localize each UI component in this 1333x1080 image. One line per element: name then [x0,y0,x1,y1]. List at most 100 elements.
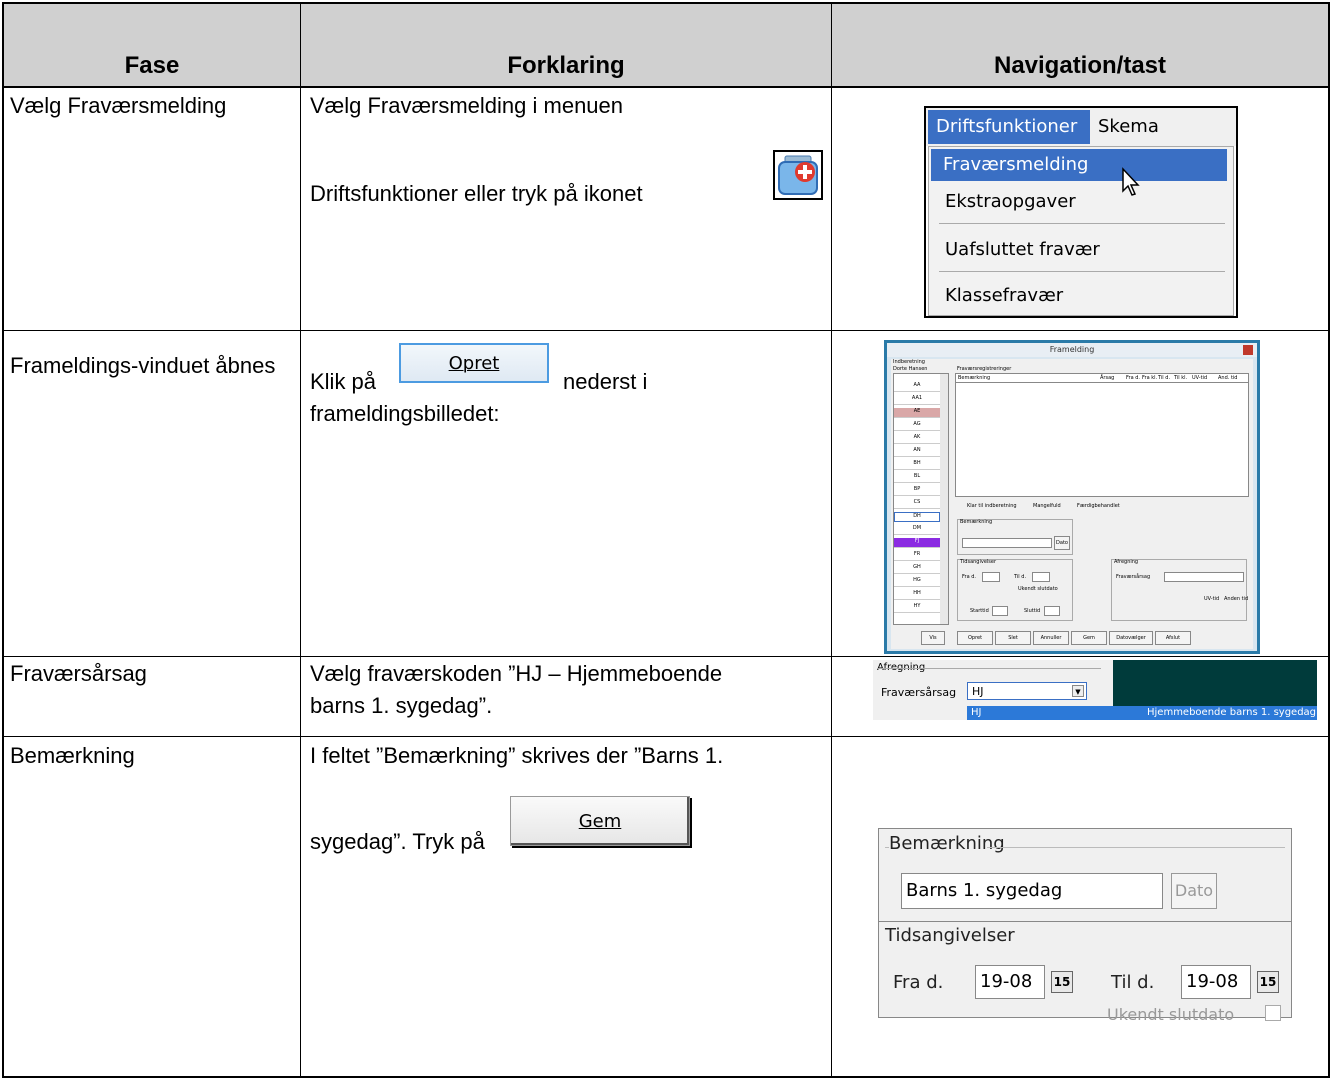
opret-button[interactable]: Opret [399,343,549,383]
list-item[interactable]: CS [894,499,940,509]
sluttid-input[interactable] [1044,606,1060,616]
list-item[interactable]: HG [894,577,940,587]
menu-indberetning[interactable]: Indberetning [893,359,925,365]
list-item[interactable]: HH [894,590,940,600]
col-header: Årsag [1100,375,1115,381]
column-divider [831,4,832,1076]
row4-fase: Bemærkning [10,743,135,768]
starttid-input[interactable] [992,606,1008,616]
sluttid-label: Sluttid [1024,608,1041,614]
list-item[interactable]: DH [894,512,940,522]
andentid-label: Anden tid [1224,596,1249,602]
bemaerkning-input[interactable]: Barns 1. sygedag [901,873,1163,909]
fra-label: Fra d. [893,972,944,993]
list-item[interactable]: AK [894,434,940,444]
framelding-window: Framelding Indberetning Dorte Hansen AA … [884,340,1260,654]
list-item[interactable]: BL [894,473,940,483]
menu-skema[interactable]: Skema [1098,116,1159,137]
row1-fase: Vælg Fraværsmelding [10,93,227,118]
row2-fase: Frameldings-vinduet åbnes [10,353,276,378]
legend-faerdig: Færdigbehandlet [1077,503,1120,509]
calendar-icon[interactable]: 15 [1051,971,1073,993]
col-header: UV-tid [1192,375,1208,381]
dato-button[interactable]: Dato [1054,536,1070,550]
list-item[interactable]: BH [894,460,940,470]
menu-driftsfunktioner[interactable]: Driftsfunktioner [928,110,1090,144]
row2-klik: Klik på [310,369,377,394]
gem-window-button[interactable]: Gem [1071,631,1107,645]
menu-item-ekstraopgaver[interactable]: Ekstraopgaver [945,191,1076,212]
column-divider [300,4,301,1076]
close-icon[interactable] [1243,345,1253,355]
list-scrollbar[interactable] [940,374,948,624]
datovaelger-button[interactable]: Datovælger [1109,631,1153,645]
menu-separator [939,223,1225,224]
list-item[interactable]: AG [894,421,940,431]
row-divider [4,330,1328,331]
til-input[interactable]: 19-08 [1181,965,1251,999]
dato-button[interactable]: Dato [1171,873,1217,909]
afregning-panel: Afregning Fraværsårsag HJ ▼ HJ Hjemmeboe… [873,660,1317,720]
fra-input[interactable]: 19-08 [975,965,1045,999]
menu-item-klassefravaer[interactable]: Klassefravær [945,285,1063,306]
list-item[interactable]: DM [894,525,940,535]
row-divider [4,656,1328,657]
header-navigation: Navigation/tast [993,52,1167,79]
aarsag-select[interactable] [1164,572,1244,582]
afslut-button[interactable]: Afslut [1155,631,1191,645]
mouse-pointer-icon [1122,167,1140,196]
opret-window-button[interactable]: Opret [957,631,993,645]
window-title: Framelding [887,343,1257,357]
list-item[interactable]: FJ [894,538,940,548]
list-item[interactable]: GH [894,564,940,574]
list-item[interactable]: AA1 [894,395,940,405]
registrations-grid[interactable]: Bemærkning Årsag Fra d. Fra kl. Til d. T… [955,373,1249,497]
uvtid-label: UV-tid [1204,596,1220,602]
menu-bar: Driftsfunktioner Skema [926,108,1236,146]
fra-label: Fra d. [962,574,976,580]
header-forklaring: Forklaring [507,52,625,79]
col-header: And. tid [1218,375,1238,381]
til-input[interactable] [1032,572,1050,582]
row2-after-button: nederst i [563,369,648,394]
list-item[interactable]: FR [894,551,940,561]
aarsag-label: Fraværsårsag [881,686,957,699]
slet-button[interactable]: Slet [995,631,1031,645]
col-header: Bemærkning [958,375,991,381]
group-line [987,847,1285,848]
menu-item-fravaersmelding[interactable]: Fraværsmelding [931,149,1227,181]
list-item[interactable]: BP [894,486,940,496]
aarsag-label: Fraværsårsag [1116,574,1151,580]
chevron-down-icon[interactable]: ▼ [1072,685,1084,697]
afregning-group: Afregning Fraværsårsag UV-tid Anden tid [1111,559,1249,621]
table-header: Fase Forklaring Navigation/tast [4,4,1328,88]
first-aid-kit-icon[interactable] [773,150,823,200]
fra-input[interactable] [982,572,1000,582]
menu-separator [939,271,1225,272]
bemaerkning-input[interactable] [962,538,1052,548]
annuller-button[interactable]: Annuller [1033,631,1069,645]
dropdown-option-hj[interactable]: HJ Hjemmeboende barns 1. sygedag [967,706,1317,720]
group-label: Bemærkning [960,519,993,525]
list-item[interactable]: AE [894,408,940,418]
ukendt-checkbox[interactable] [1265,1005,1281,1021]
grid-group-label: Fraværsregistreringer [957,366,1012,372]
row-divider [4,736,1328,737]
aarsag-select[interactable]: HJ ▼ [967,682,1087,700]
vis-button[interactable]: Vis [921,631,945,645]
list-item[interactable]: AA [894,382,940,392]
group-line [885,847,889,848]
col-header: Til kl. [1174,375,1188,381]
group-divider [879,921,1291,922]
bemaerkning-group: Bemærkning Dato [957,519,1073,555]
calendar-icon[interactable]: 15 [1257,971,1279,993]
list-item[interactable]: HY [894,603,940,613]
col-header: Fra kl. [1142,375,1158,381]
window-body: Indberetning Dorte Hansen AA AA1 AE AG A… [891,359,1253,649]
teacher-list[interactable]: AA AA1 AE AG AK AN BH BL BP CS DH DM FJ … [893,373,949,625]
menu-item-uafsluttet[interactable]: Uafsluttet fravær [945,239,1100,260]
menu-dropdown: Fraværsmelding Ekstraopgaver Uafsluttet … [928,146,1234,316]
list-item[interactable]: AN [894,447,940,457]
tids-group: Tidsangivelser Fra d. Til d. Ukendt slut… [957,559,1073,621]
gem-button[interactable]: Gem [510,796,690,846]
